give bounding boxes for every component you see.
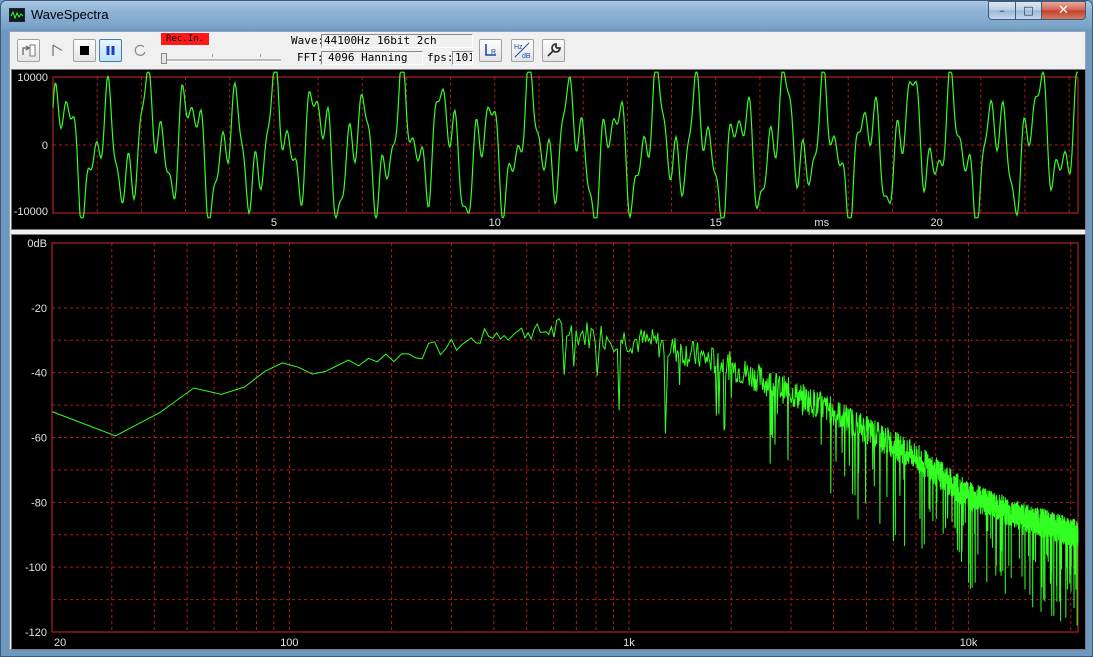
wave-y-tick-label: 0 [42,140,48,152]
client-area: Rec.In. Wave: 44100Hz 16bit 2ch FFT: 409… [9,31,1086,650]
hz-db-scale-button[interactable]: Hz dB [511,39,534,62]
spectrum-y-tick-label: -60 [31,433,47,445]
slider-thumb[interactable] [161,53,167,64]
hz-db-scale-icon: HzdB [514,42,531,60]
stop-icon [80,46,89,55]
spectrum-plot: 0dB -20 -40 -60 -80 -100 -120 20 100 1k 10k [25,238,1079,649]
spectrum-y-tick-label: -80 [31,497,47,509]
minimize-button[interactable]: – [988,1,1015,20]
spectrum-y-tick-label: 0dB [27,238,47,250]
wave-format-display: 44100Hz 16bit 2ch [321,34,473,48]
open-file-button[interactable] [17,39,40,62]
settings-button[interactable] [542,39,565,62]
spectrum-y-tick-label: -100 [25,562,47,574]
toolbar: Rec.In. Wave: 44100Hz 16bit 2ch FFT: 409… [10,32,1085,69]
play-icon [52,44,63,56]
wave-x-unit-label: ms [814,217,829,229]
window-title: WaveSpectra [31,7,109,22]
repeat-icon [134,44,146,56]
wave-x-tick-label: 10 [489,217,501,229]
svg-text:R: R [491,49,496,56]
stop-button[interactable] [73,39,96,62]
settings-wrench-icon [547,43,561,57]
repeat-button[interactable] [129,39,152,62]
input-level-slider[interactable] [161,47,283,67]
waveform-panel: 10000 0 -10000 5 10 15 20 ms [11,69,1086,230]
pause-icon [106,46,115,55]
fft-label: FFT: [297,51,324,64]
fps-display: 101 [452,51,473,65]
wave-x-tick-label: 15 [710,217,722,229]
spectrum-x-tick-label: 10k [960,637,978,649]
wave-label: Wave: [291,34,325,47]
fps-label: fps: [427,51,454,64]
spectrum-x-tick-label: 20 [54,637,66,649]
wave-x-tick-label: 20 [930,217,942,229]
close-button[interactable]: ✕ [1041,1,1086,20]
pause-button[interactable] [99,39,122,62]
svg-text:dB: dB [522,53,531,60]
app-window: WaveSpectra – □ ✕ Rec.In. Wave: 44100Hz … [0,0,1093,657]
waveform-plot: 10000 0 -10000 5 10 15 20 ms [14,70,1079,229]
rec-input-indicator: Rec.In. [161,33,209,45]
slider-track [163,59,281,62]
maximize-button[interactable]: □ [1015,1,1041,20]
spectrum-trace [51,317,1079,626]
channel-lr-icon: R [485,44,496,56]
fft-setting-display: 4096 Hanning [321,51,423,65]
spectrum-y-tick-label: -40 [31,368,47,380]
wave-x-tick-label: 5 [271,217,277,229]
wave-y-tick-label: -10000 [14,206,48,218]
play-button[interactable] [46,39,69,62]
spectrum-y-tick-label: -120 [25,627,47,639]
channel-lr-button[interactable]: R [479,39,502,62]
title-bar[interactable]: WaveSpectra – □ ✕ [1,1,1092,29]
spectrum-x-tick-label: 1k [623,637,635,649]
spectrum-y-tick-label: -20 [31,303,47,315]
wave-y-tick-label: 10000 [17,72,48,84]
spectrum-panel: 0dB -20 -40 -60 -80 -100 -120 20 100 1k 10k [11,234,1086,650]
wavespectra-app-icon [9,8,25,22]
spectrum-x-tick-label: 100 [280,637,298,649]
open-file-icon [22,44,36,57]
